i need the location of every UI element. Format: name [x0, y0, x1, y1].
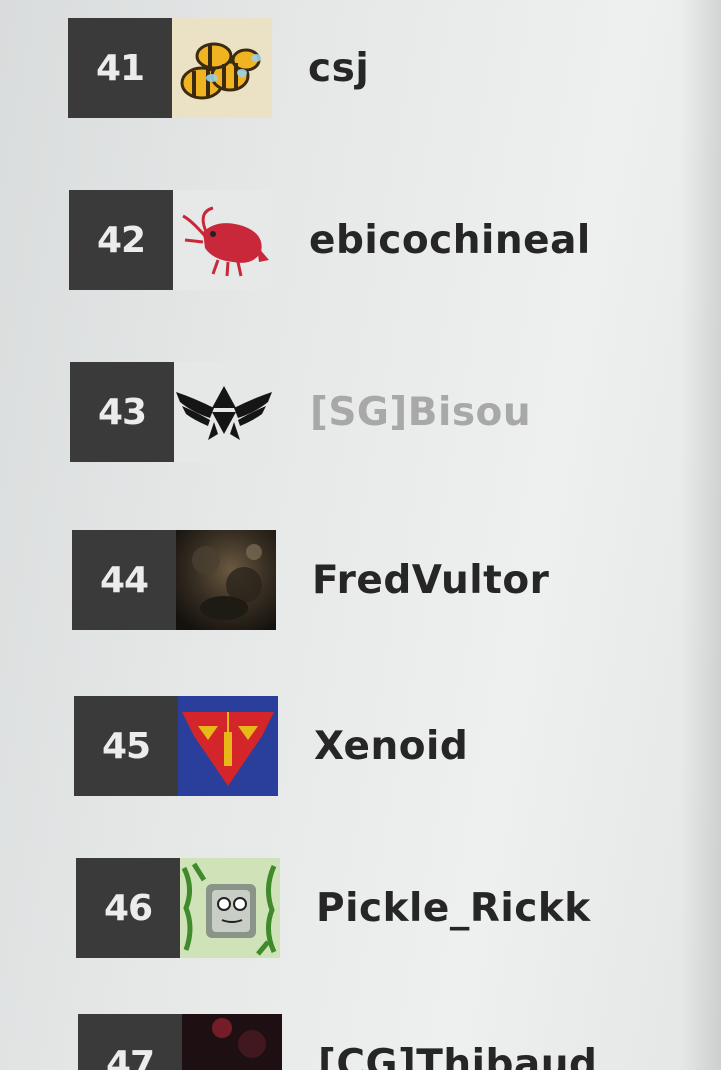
- leaderboard-row[interactable]: 42 ebicochineal: [69, 190, 591, 290]
- rank-badge: 43: [70, 362, 174, 462]
- dark-photo-avatar[interactable]: [176, 530, 276, 630]
- leaderboard-row[interactable]: 44 FredVultor: [72, 530, 549, 630]
- rank-badge: 46: [76, 858, 180, 958]
- rank-badge: 41: [68, 18, 172, 118]
- red-shrimp-icon[interactable]: [173, 190, 273, 290]
- leaderboard-row[interactable]: 46 Pickle_Rickk: [76, 858, 591, 958]
- rank-badge: 45: [74, 696, 178, 796]
- winged-crest-icon[interactable]: [174, 362, 274, 462]
- player-name[interactable]: ebicochineal: [309, 218, 591, 263]
- player-name[interactable]: csj: [308, 46, 369, 91]
- player-name[interactable]: [CG]Thibaud: [318, 1042, 597, 1070]
- dark-red-photo-avatar[interactable]: [182, 1014, 282, 1070]
- leaderboard-row[interactable]: 43 [SG]Bisou: [70, 362, 531, 462]
- leaderboard-row[interactable]: 47 [CG]Thibaud: [78, 1014, 597, 1070]
- player-name[interactable]: Xenoid: [314, 724, 468, 769]
- screen-edge-shadow: [681, 0, 721, 1070]
- leaderboard-row[interactable]: 45 Xenoid: [74, 696, 468, 796]
- bee-swarm-icon[interactable]: [172, 18, 272, 118]
- rank-badge: 42: [69, 190, 173, 290]
- leaderboard-row[interactable]: 41 csj: [68, 18, 369, 118]
- player-name[interactable]: Pickle_Rickk: [316, 886, 591, 931]
- rank-badge: 47: [78, 1014, 182, 1070]
- player-name[interactable]: [SG]Bisou: [310, 390, 531, 435]
- superman-shield-icon[interactable]: [178, 696, 278, 796]
- pickle-rick-icon[interactable]: [180, 858, 280, 958]
- rank-badge: 44: [72, 530, 176, 630]
- player-name[interactable]: FredVultor: [312, 558, 549, 603]
